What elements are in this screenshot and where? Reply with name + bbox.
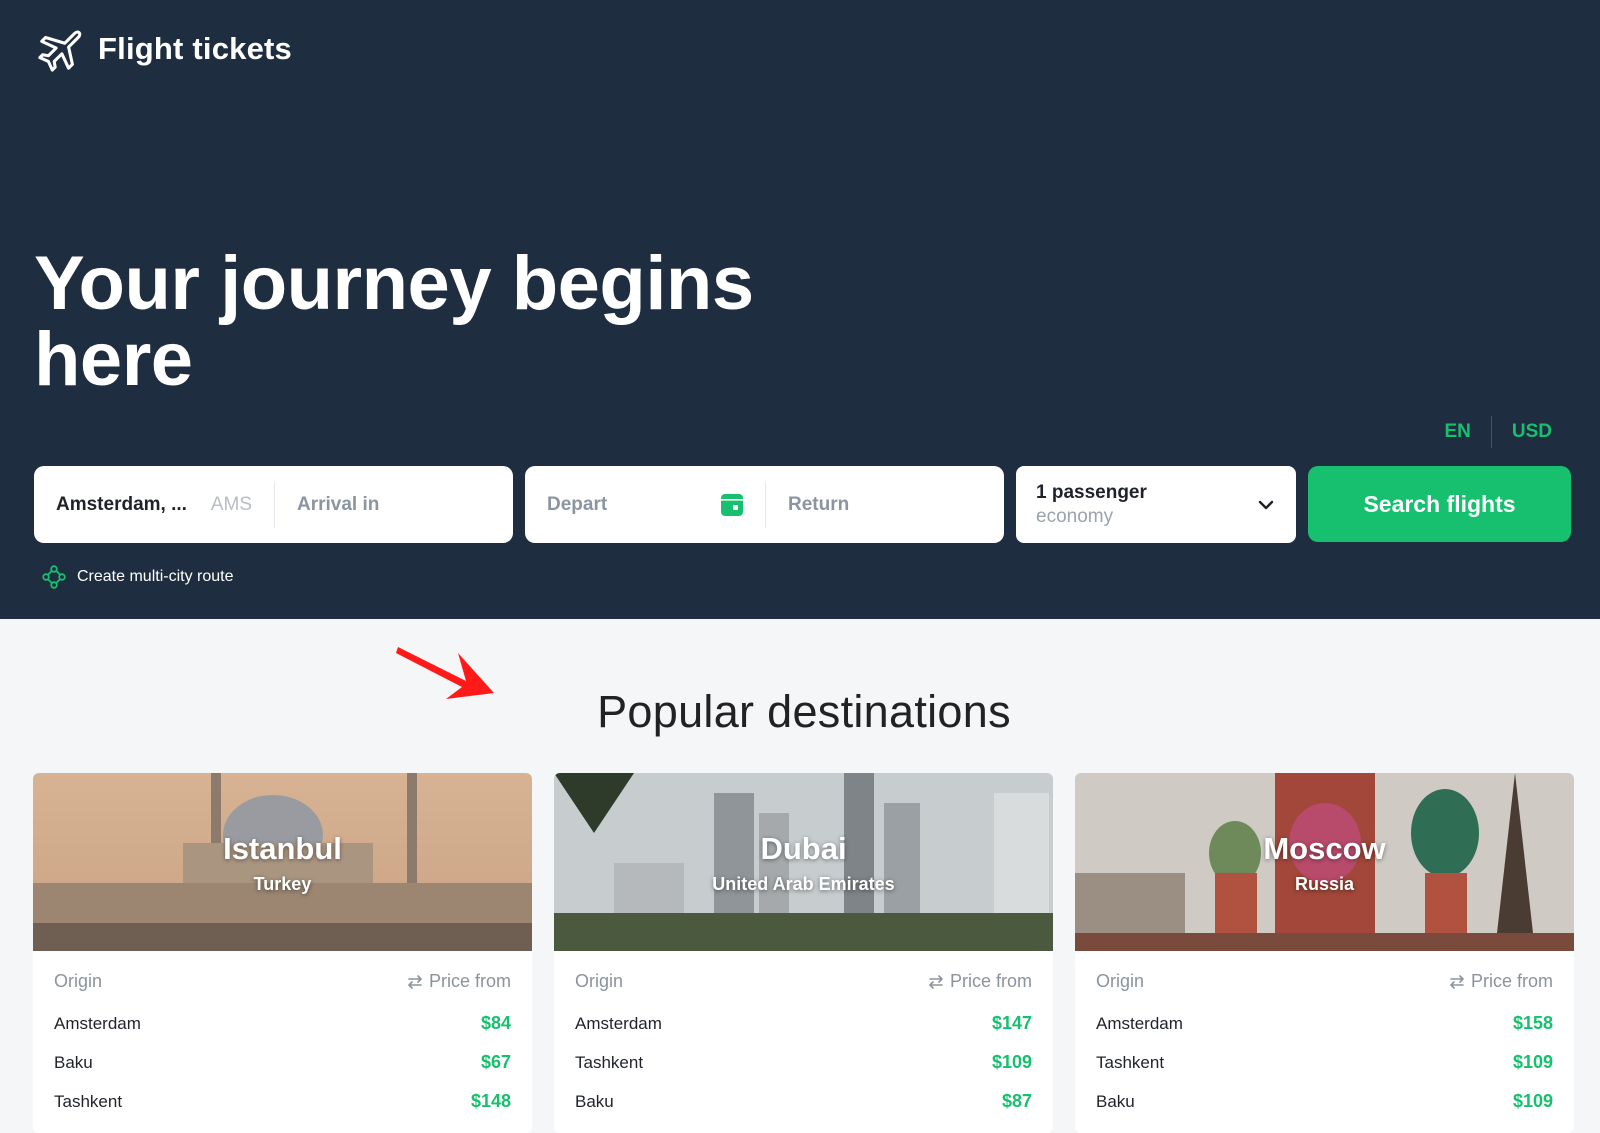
price-from-label: Price from xyxy=(949,971,1032,991)
price-row[interactable]: Tashkent $109 xyxy=(554,1043,1053,1082)
origin-value: Amsterdam, ... xyxy=(56,493,187,515)
chevron-down-icon xyxy=(1258,500,1274,509)
swap-icon xyxy=(1450,974,1464,989)
route-fields: Amsterdam, ... AMS Arrival in xyxy=(34,466,513,543)
price-from-header: Price from xyxy=(928,971,1032,992)
route-icon xyxy=(42,565,66,589)
destination-card-istanbul[interactable]: Istanbul Turkey Origin Price from Amster… xyxy=(33,773,532,1133)
origin-city: Tashkent xyxy=(1096,1052,1165,1072)
price-row[interactable]: Amsterdam $84 xyxy=(33,1004,532,1043)
popular-destinations-title: Popular destinations xyxy=(597,686,1011,737)
price: $87 xyxy=(1001,1091,1032,1111)
destination-card-moscow[interactable]: Moscow Russia Origin Price from Amsterda… xyxy=(1075,773,1574,1133)
swap-icon xyxy=(408,974,422,989)
arrival-placeholder: Arrival in xyxy=(297,493,380,515)
arrival-input[interactable]: Arrival in xyxy=(275,466,401,543)
multi-city-label: Create multi-city route xyxy=(77,568,234,585)
origin-city: Amsterdam xyxy=(1096,1013,1183,1033)
destination-country: Turkey xyxy=(253,874,312,894)
search-flights-button[interactable]: Search flights xyxy=(1308,466,1571,542)
logo[interactable]: Flight tickets xyxy=(36,26,292,72)
origin-header: Origin xyxy=(1096,971,1145,991)
price: $109 xyxy=(1512,1091,1553,1111)
origin-header: Origin xyxy=(54,971,103,991)
origin-city: Amsterdam xyxy=(575,1013,662,1033)
destination-image: Istanbul Turkey xyxy=(33,773,532,951)
origin-input[interactable]: Amsterdam, ... AMS xyxy=(34,466,274,543)
locale-switcher: EN USD xyxy=(1444,416,1552,448)
language-selector[interactable]: EN xyxy=(1444,421,1470,443)
passenger-select[interactable]: 1 passenger economy xyxy=(1016,466,1296,543)
price-from-label: Price from xyxy=(428,971,511,991)
price-row[interactable]: Amsterdam $147 xyxy=(554,1004,1053,1043)
return-placeholder: Return xyxy=(788,493,850,515)
locale-divider xyxy=(1490,416,1492,448)
currency-selector[interactable]: USD xyxy=(1512,421,1552,443)
card-header: Origin Price from xyxy=(33,951,532,992)
price-row[interactable]: Baku $67 xyxy=(33,1043,532,1082)
hero-section: Flight tickets Your journey begins here … xyxy=(0,0,1600,619)
destination-image: Dubai United Arab Emirates xyxy=(554,773,1053,951)
destination-city: Moscow xyxy=(1263,831,1386,866)
hero-headline: Your journey begins here xyxy=(34,241,754,402)
price-from-header: Price from xyxy=(1449,971,1553,992)
price: $67 xyxy=(480,1052,511,1072)
origin-city: Tashkent xyxy=(575,1052,644,1072)
card-header: Origin Price from xyxy=(554,951,1053,992)
return-input[interactable]: Return xyxy=(766,466,871,543)
price-row[interactable]: Baku $109 xyxy=(1075,1082,1574,1121)
price-row[interactable]: Amsterdam $158 xyxy=(1075,1004,1574,1043)
price-list: Amsterdam $84 Baku $67 Tashkent $148 xyxy=(33,992,532,1121)
swap-icon xyxy=(929,974,943,989)
app-title: Flight tickets xyxy=(98,31,292,66)
price: $148 xyxy=(470,1091,511,1111)
origin-city: Baku xyxy=(54,1052,93,1072)
price-list: Amsterdam $158 Tashkent $109 Baku $109 xyxy=(1075,992,1574,1121)
passenger-count: 1 passenger xyxy=(1036,481,1147,503)
depart-input[interactable]: Depart xyxy=(525,466,765,543)
origin-header: Origin xyxy=(575,971,624,991)
destination-image: Moscow Russia xyxy=(1075,773,1574,951)
origin-code: AMS xyxy=(210,493,252,515)
origin-city: Baku xyxy=(1096,1091,1135,1111)
origin-city: Tashkent xyxy=(54,1091,123,1111)
price: $147 xyxy=(991,1013,1032,1033)
price: $158 xyxy=(1512,1013,1553,1033)
origin-city: Amsterdam xyxy=(54,1013,141,1033)
multi-city-link[interactable]: Create multi-city route xyxy=(42,565,234,589)
airplane-icon xyxy=(38,30,82,72)
destination-card-dubai[interactable]: Dubai United Arab Emirates Origin Price … xyxy=(554,773,1053,1133)
price-list: Amsterdam $147 Tashkent $109 Baku $87 xyxy=(554,992,1053,1121)
destination-country: United Arab Emirates xyxy=(712,874,895,894)
origin-city: Baku xyxy=(575,1091,614,1111)
price-row[interactable]: Baku $87 xyxy=(554,1082,1053,1121)
price: $109 xyxy=(1512,1052,1553,1072)
price-from-label: Price from xyxy=(1470,971,1553,991)
passenger-summary: 1 passenger economy xyxy=(1036,481,1147,529)
price-row[interactable]: Tashkent $109 xyxy=(1075,1043,1574,1082)
depart-placeholder: Depart xyxy=(547,493,608,515)
price-row[interactable]: Tashkent $148 xyxy=(33,1082,532,1121)
destination-city: Dubai xyxy=(760,831,847,866)
price-from-header: Price from xyxy=(407,971,511,992)
calendar-icon[interactable] xyxy=(721,493,743,516)
cabin-class: economy xyxy=(1036,505,1114,527)
date-fields: Depart Return xyxy=(525,466,1004,543)
card-header: Origin Price from xyxy=(1075,951,1574,992)
price: $84 xyxy=(480,1013,511,1033)
destination-country: Russia xyxy=(1294,874,1355,894)
price: $109 xyxy=(991,1052,1032,1072)
destination-city: Istanbul xyxy=(223,831,342,866)
